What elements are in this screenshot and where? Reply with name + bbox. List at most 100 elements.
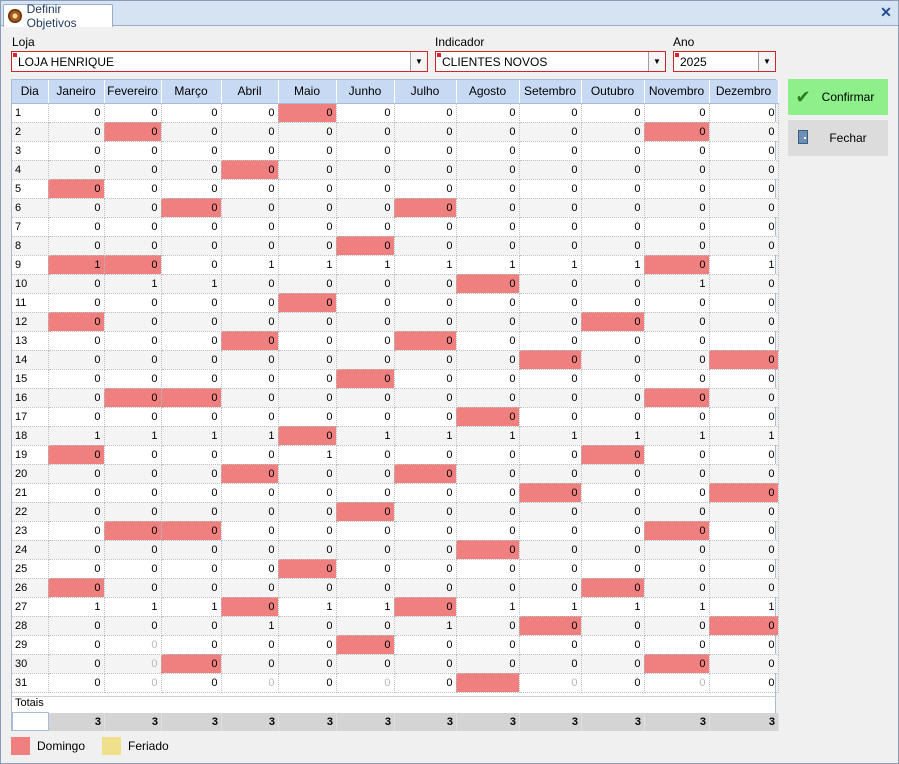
- value-cell[interactable]: 0: [48, 217, 105, 237]
- value-cell[interactable]: 0: [221, 141, 279, 161]
- value-cell[interactable]: 1: [519, 255, 582, 275]
- value-cell[interactable]: 0: [394, 407, 457, 427]
- value-cell[interactable]: 0: [278, 521, 337, 541]
- value-cell[interactable]: 0: [161, 673, 222, 693]
- value-cell[interactable]: 0: [709, 502, 779, 522]
- value-cell[interactable]: 0: [519, 578, 582, 598]
- value-cell[interactable]: 0: [709, 578, 779, 598]
- value-cell[interactable]: 0: [104, 388, 162, 408]
- value-cell[interactable]: 0: [644, 160, 710, 180]
- value-cell[interactable]: 0: [48, 160, 105, 180]
- value-cell[interactable]: 1: [48, 597, 105, 617]
- value-cell[interactable]: 0: [394, 331, 457, 351]
- value-cell[interactable]: 0: [221, 407, 279, 427]
- value-cell[interactable]: 0: [456, 331, 520, 351]
- value-cell[interactable]: 0: [161, 312, 222, 332]
- value-cell[interactable]: 0: [336, 141, 395, 161]
- value-cell[interactable]: 0: [581, 103, 645, 123]
- value-cell[interactable]: 0: [644, 521, 710, 541]
- value-cell[interactable]: 0: [48, 274, 105, 294]
- value-cell[interactable]: 0: [709, 331, 779, 351]
- value-cell[interactable]: 0: [519, 141, 582, 161]
- value-cell[interactable]: 0: [221, 521, 279, 541]
- value-cell[interactable]: 0: [221, 578, 279, 598]
- value-cell[interactable]: 0: [48, 616, 105, 636]
- value-cell[interactable]: 0: [581, 445, 645, 465]
- value-cell[interactable]: 0: [394, 388, 457, 408]
- value-cell[interactable]: 0: [278, 426, 337, 446]
- value-cell[interactable]: 0: [394, 198, 457, 218]
- value-cell[interactable]: 0: [336, 635, 395, 655]
- value-cell[interactable]: 0: [104, 122, 162, 142]
- value-cell[interactable]: 0: [221, 274, 279, 294]
- value-cell[interactable]: 0: [581, 331, 645, 351]
- value-cell[interactable]: 0: [336, 464, 395, 484]
- value-cell[interactable]: 0: [104, 141, 162, 161]
- value-cell[interactable]: 0: [161, 198, 222, 218]
- value-cell[interactable]: 0: [104, 179, 162, 199]
- value-cell[interactable]: 0: [709, 160, 779, 180]
- value-cell[interactable]: 0: [644, 331, 710, 351]
- chevron-down-icon[interactable]: ▼: [648, 52, 665, 71]
- value-cell[interactable]: 1: [48, 426, 105, 446]
- value-cell[interactable]: 0: [221, 502, 279, 522]
- value-cell[interactable]: 0: [104, 217, 162, 237]
- value-cell[interactable]: 0: [709, 369, 779, 389]
- value-cell[interactable]: 0: [278, 236, 337, 256]
- value-cell[interactable]: 1: [161, 274, 222, 294]
- column-header-month[interactable]: Setembro: [519, 80, 582, 104]
- value-cell[interactable]: 0: [519, 274, 582, 294]
- value-cell[interactable]: 0: [48, 559, 105, 579]
- value-cell[interactable]: 1: [221, 616, 279, 636]
- value-cell[interactable]: 0: [456, 198, 520, 218]
- value-cell[interactable]: 0: [161, 502, 222, 522]
- value-cell[interactable]: 0: [519, 350, 582, 370]
- value-cell[interactable]: 0: [161, 388, 222, 408]
- value-cell[interactable]: 0: [709, 179, 779, 199]
- value-cell[interactable]: 0: [161, 578, 222, 598]
- close-button[interactable]: Fechar: [788, 120, 888, 156]
- value-cell[interactable]: 0: [644, 578, 710, 598]
- value-cell[interactable]: 0: [48, 445, 105, 465]
- column-header-month[interactable]: Julho: [394, 80, 457, 104]
- value-cell[interactable]: 0: [221, 483, 279, 503]
- value-cell[interactable]: 0: [161, 635, 222, 655]
- value-cell[interactable]: 0: [581, 198, 645, 218]
- value-cell[interactable]: 0: [394, 141, 457, 161]
- value-cell[interactable]: 0: [456, 369, 520, 389]
- value-cell[interactable]: 0: [48, 312, 105, 332]
- value-cell[interactable]: 0: [644, 635, 710, 655]
- value-cell[interactable]: 0: [221, 464, 279, 484]
- value-cell[interactable]: 0: [644, 616, 710, 636]
- value-cell[interactable]: 0: [278, 502, 337, 522]
- value-cell[interactable]: 0: [161, 179, 222, 199]
- value-cell[interactable]: 0: [456, 388, 520, 408]
- value-cell[interactable]: 0: [104, 236, 162, 256]
- value-cell[interactable]: 0: [456, 103, 520, 123]
- value-cell[interactable]: 0: [48, 540, 105, 560]
- value-cell[interactable]: 1: [278, 597, 337, 617]
- value-cell[interactable]: 0: [709, 521, 779, 541]
- value-cell[interactable]: 0: [336, 179, 395, 199]
- value-cell[interactable]: 0: [336, 407, 395, 427]
- value-cell[interactable]: 0: [336, 293, 395, 313]
- close-icon[interactable]: ✕: [878, 4, 894, 20]
- value-cell[interactable]: 1: [336, 426, 395, 446]
- value-cell[interactable]: 0: [48, 407, 105, 427]
- value-cell[interactable]: 1: [48, 255, 105, 275]
- value-cell[interactable]: 0: [336, 616, 395, 636]
- value-cell[interactable]: 0: [394, 540, 457, 560]
- value-cell[interactable]: 0: [278, 407, 337, 427]
- value-cell[interactable]: 0: [709, 122, 779, 142]
- value-cell[interactable]: 0: [104, 369, 162, 389]
- value-cell[interactable]: 0: [394, 521, 457, 541]
- value-cell[interactable]: 0: [519, 179, 582, 199]
- value-cell[interactable]: 0: [456, 578, 520, 598]
- value-cell[interactable]: 0: [278, 312, 337, 332]
- value-cell[interactable]: 0: [519, 388, 582, 408]
- value-cell[interactable]: 0: [221, 540, 279, 560]
- value-cell[interactable]: 0: [104, 483, 162, 503]
- value-cell[interactable]: 0: [278, 369, 337, 389]
- value-cell[interactable]: 0: [221, 312, 279, 332]
- value-cell[interactable]: 0: [456, 635, 520, 655]
